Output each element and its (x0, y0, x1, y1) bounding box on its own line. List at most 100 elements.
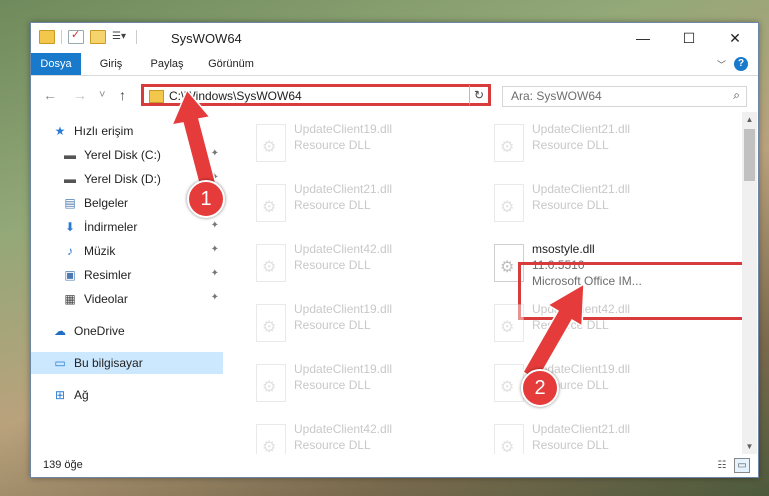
details-view-icon[interactable]: ☷ (714, 458, 730, 473)
tab-home[interactable]: Giriş (91, 53, 131, 75)
sidebar-item-pictures[interactable]: ▣ Resimler ✦ (63, 264, 223, 286)
pictures-icon: ▣ (64, 267, 76, 282)
file-tile[interactable]: UpdateClient21.dll Resource DLL (486, 120, 706, 170)
sidebar-item-label: Yerel Disk (C:) (84, 148, 161, 162)
pin-icon[interactable]: ✦ (211, 148, 219, 159)
window-title: SysWOW64 (171, 31, 242, 46)
file-description: Resource DLL (532, 438, 609, 452)
sidebar-item-label: Resimler (84, 268, 132, 282)
status-bar: 139 öğe ☷ ▭ (31, 454, 758, 477)
minimize-button[interactable]: — (620, 23, 666, 53)
file-tile[interactable]: UpdateClient21.dll Resource DLL (248, 180, 468, 230)
file-tile[interactable]: UpdateClient19.dll Resource DLL (248, 120, 468, 170)
item-count: 139 öğe (43, 459, 83, 471)
large-icons-view-icon[interactable]: ▭ (734, 458, 750, 473)
file-tile[interactable]: UpdateClient42.dll Resource DLL (248, 240, 468, 290)
maximize-button[interactable]: ☐ (666, 23, 712, 53)
file-description: Resource DLL (294, 138, 371, 152)
back-button[interactable]: ← (43, 87, 57, 103)
music-icon: ♪ (67, 243, 73, 258)
search-placeholder: Ara: SysWOW64 (511, 89, 602, 103)
tab-share[interactable]: Paylaş (143, 53, 191, 75)
sidebar-item-label: OneDrive (74, 324, 125, 338)
dll-file-icon (494, 184, 524, 222)
pin-icon[interactable]: ✦ (211, 292, 219, 303)
drive-icon: ▬ (64, 147, 76, 162)
file-description: Resource DLL (532, 318, 609, 332)
file-tile[interactable]: UpdateClient21.dll Resource DLL (486, 180, 706, 230)
scrollbar-thumb[interactable] (744, 129, 755, 181)
scroll-up-button[interactable]: ▲ (742, 112, 757, 127)
sidebar-item-label: Belgeler (84, 196, 129, 210)
file-description: Resource DLL (532, 198, 609, 212)
vertical-scrollbar[interactable]: ▲ ▼ (742, 112, 757, 454)
network-icon: ⊞ (54, 387, 66, 402)
tab-file[interactable]: Dosya (31, 53, 81, 75)
videos-icon: ▦ (64, 291, 76, 306)
star-icon: ★ (54, 123, 66, 138)
dll-file-icon (256, 184, 286, 222)
file-tile[interactable]: UpdateClient21.dll Resource DLL (486, 420, 706, 454)
search-icon[interactable]: ⌕ (733, 88, 740, 103)
scroll-down-button[interactable]: ▼ (742, 439, 757, 454)
sidebar-item-this-pc[interactable]: ▭ Bu bilgisayar (31, 352, 223, 374)
computer-icon: ▭ (54, 355, 66, 370)
drive-icon: ▬ (64, 171, 76, 186)
onedrive-icon: ☁ (54, 323, 66, 338)
navigation-pane: ★ Hızlı erişim ▬ Yerel Disk (C:) ✦ ▬ Yer… (31, 112, 227, 452)
recent-locations-button[interactable]: ˅ (99, 89, 105, 101)
title-bar: ☰▾ SysWOW64 — ☐ ✕ (31, 23, 758, 53)
pin-icon[interactable]: ✦ (211, 244, 219, 255)
file-name: msostyle.dll (532, 242, 595, 256)
search-input[interactable]: Ara: SysWOW64 ⌕ (502, 86, 747, 107)
file-tile[interactable]: UpdateClient42.dll Resource DLL (248, 420, 468, 454)
sidebar-item-label: Ağ (74, 388, 89, 402)
file-name: UpdateClient21.dll (294, 182, 393, 196)
address-bar[interactable]: C:\Windows\SysWOW64 ˅ (141, 84, 491, 106)
view-switcher: ☷ ▭ (714, 458, 750, 473)
customize-toolbar-icon[interactable]: ☰▾ (112, 31, 130, 43)
sidebar-item-onedrive[interactable]: ☁ OneDrive (53, 320, 223, 342)
properties-icon[interactable] (68, 28, 84, 44)
sidebar-item-quick-access[interactable]: ★ Hızlı erişim (53, 120, 245, 142)
sidebar-item-music[interactable]: ♪ Müzik ✦ (63, 240, 223, 262)
file-tile[interactable]: UpdateClient19.dll Resource DLL (248, 300, 468, 350)
file-tile[interactable]: UpdateClient42.dll Resource DLL (486, 300, 706, 350)
file-description: Resource DLL (294, 438, 371, 452)
refresh-button[interactable]: ↻ (469, 84, 491, 106)
toolbar-divider (61, 30, 62, 44)
file-name: UpdateClient21.dll (532, 422, 631, 436)
file-list: UpdateClient19.dll Resource DLL UpdateCl… (228, 112, 742, 454)
sidebar-item-local-disk-c[interactable]: ▬ Yerel Disk (C:) ✦ (63, 144, 223, 166)
forward-button[interactable]: → (73, 87, 87, 103)
close-button[interactable]: ✕ (712, 23, 758, 53)
file-name: UpdateClient42.dll (294, 422, 393, 436)
navigation-bar: ← → ˅ ↑ C:\Windows\SysWOW64 ˅ ↻ Ara: Sys… (31, 76, 758, 112)
file-description: Resource DLL (294, 318, 371, 332)
sidebar-item-network[interactable]: ⊞ Ağ (53, 384, 223, 406)
expand-ribbon-icon[interactable]: ﹀ (717, 58, 726, 71)
file-tile[interactable]: UpdateClient19.dll Resource DLL (486, 360, 706, 410)
help-icon[interactable]: ? (734, 57, 748, 71)
file-name: UpdateClient21.dll (532, 182, 631, 196)
file-description: Resource DLL (294, 378, 371, 392)
quick-access-toolbar: ☰▾ (39, 28, 137, 44)
up-button[interactable]: ↑ (119, 87, 126, 103)
folder-icon[interactable] (39, 30, 55, 44)
address-path[interactable]: C:\Windows\SysWOW64 (169, 89, 302, 103)
toolbar-divider (136, 30, 137, 44)
file-name: UpdateClient42.dll (532, 302, 631, 316)
sidebar-item-label: Yerel Disk (D:) (84, 172, 161, 186)
pin-icon[interactable]: ✦ (211, 220, 219, 231)
ribbon-help-area: ﹀ ? (717, 57, 748, 71)
dll-file-icon (494, 364, 524, 402)
file-name: UpdateClient42.dll (294, 242, 393, 256)
explorer-window: ☰▾ SysWOW64 — ☐ ✕ Dosya Giriş Paylaş Gör… (30, 22, 759, 478)
new-folder-icon[interactable] (90, 30, 106, 44)
pin-icon[interactable]: ✦ (211, 268, 219, 279)
dll-file-icon (494, 304, 524, 342)
file-tile[interactable]: UpdateClient19.dll Resource DLL (248, 360, 468, 410)
sidebar-item-videos[interactable]: ▦ Videolar ✦ (63, 288, 223, 310)
sidebar-item-downloads[interactable]: ⬇ İndirmeler ✦ (63, 216, 223, 238)
tab-view[interactable]: Görünüm (203, 53, 259, 75)
